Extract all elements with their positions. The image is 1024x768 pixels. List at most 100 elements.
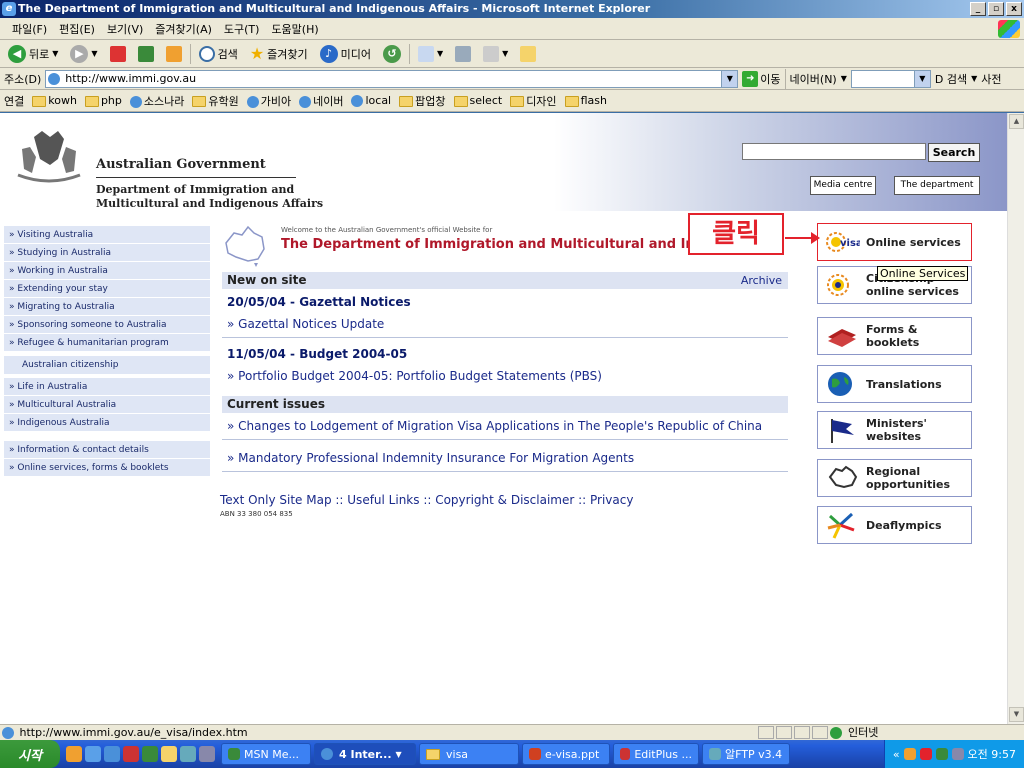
back-button[interactable]: ◀ 뒤로 ▼ <box>4 43 62 65</box>
maximize-button[interactable]: ▫ <box>988 2 1004 16</box>
nav-item-visiting[interactable]: » Visiting Australia <box>4 226 210 244</box>
favorites-button[interactable]: ★ 즐겨찾기 <box>246 43 312 65</box>
scroll-up-icon[interactable]: ▲ <box>1009 114 1024 129</box>
link-sourcenara[interactable]: 소스나라 <box>129 93 184 109</box>
tray-icon[interactable] <box>951 748 964 760</box>
link-php[interactable]: php <box>84 94 122 107</box>
site-search-input[interactable] <box>742 143 926 160</box>
address-input[interactable]: http://www.immi.gov.au ▼ <box>45 69 739 88</box>
tray-icon[interactable] <box>935 748 948 760</box>
issue-link[interactable]: » Changes to Lodgement of Migration Visa… <box>227 419 762 433</box>
media-button[interactable]: ♪ 미디어 <box>316 43 375 65</box>
issue-link[interactable]: » Mandatory Professional Indemnity Insur… <box>227 451 634 465</box>
nav-item-indigenous[interactable]: » Indigenous Australia <box>4 414 210 432</box>
the-department-button[interactable]: The department <box>894 176 980 195</box>
home-button[interactable] <box>162 43 186 65</box>
ministers-websites-button[interactable]: Ministers' websites <box>817 411 972 449</box>
media-label: 미디어 <box>340 47 372 61</box>
dictionary-button[interactable]: 사전 <box>981 71 1001 87</box>
quicklaunch-icon[interactable] <box>180 746 196 762</box>
task-editplus[interactable]: EditPlus ... <box>613 743 699 765</box>
link-flash[interactable]: flash <box>564 94 607 107</box>
nav-item-working[interactable]: » Working in Australia <box>4 262 210 280</box>
menu-file[interactable]: 파일(F) <box>6 21 53 37</box>
naver-search-input[interactable]: ▼ <box>850 69 931 88</box>
refresh-button[interactable] <box>134 43 158 65</box>
naver-label[interactable]: 네이버(N) <box>790 71 837 87</box>
menu-view[interactable]: 보기(V) <box>101 21 149 37</box>
link-local[interactable]: local <box>351 94 391 107</box>
regional-opportunities-button[interactable]: Regional opportunities <box>817 459 972 497</box>
scroll-down-icon[interactable]: ▼ <box>1009 707 1024 722</box>
go-button[interactable]: ➜ 이동 <box>742 70 781 87</box>
back-dropdown-icon[interactable]: ▼ <box>52 49 58 58</box>
site-search-button[interactable]: Search <box>928 143 980 162</box>
menu-help[interactable]: 도움말(H) <box>265 21 324 37</box>
stop-button[interactable] <box>106 43 130 65</box>
folder-icon[interactable] <box>161 746 177 762</box>
notes-button[interactable] <box>516 43 540 65</box>
task-internet-explorer[interactable]: 4 Inter... ▼ <box>314 743 416 765</box>
service-label-line2: websites <box>866 430 922 443</box>
footer-links[interactable]: Text Only Site Map :: Useful Links :: Co… <box>220 493 633 507</box>
nav-item-multicultural[interactable]: » Multicultural Australia <box>4 396 210 414</box>
nav-item-life[interactable]: » Life in Australia <box>4 378 210 396</box>
task-powerpoint[interactable]: e-visa.ppt <box>522 743 610 765</box>
history-button[interactable]: ↺ <box>379 43 405 65</box>
mail-button[interactable]: ▼ <box>414 43 447 65</box>
window-title-bar[interactable]: e The Department of Immigration and Mult… <box>0 0 1024 18</box>
tray-icon[interactable] <box>919 748 932 760</box>
media-centre-button[interactable]: Media centre <box>810 176 876 195</box>
task-alftp[interactable]: 알FTP v3.4 <box>702 743 790 765</box>
deaflympics-button[interactable]: Deaflympics <box>817 506 972 544</box>
link-popup[interactable]: 팝업창 <box>399 93 446 109</box>
tray-expand-icon[interactable]: « <box>893 748 900 761</box>
ie-icon[interactable] <box>104 746 120 762</box>
link-naver[interactable]: 네이버 <box>299 93 343 109</box>
desktop-icon[interactable] <box>199 746 215 762</box>
nav-item-refugee[interactable]: » Refugee & humanitarian program <box>4 334 210 352</box>
forward-button[interactable]: ▶ ▼ <box>66 43 101 65</box>
forms-booklets-button[interactable]: Forms & booklets <box>817 317 972 355</box>
quicklaunch-icon[interactable] <box>123 746 139 762</box>
nav-item-online-services[interactable]: » Online services, forms & booklets <box>4 459 210 477</box>
quicklaunch-icon[interactable] <box>66 746 82 762</box>
nav-item-sponsoring[interactable]: » Sponsoring someone to Australia <box>4 316 210 334</box>
naver-search-button[interactable]: D 검색 <box>935 71 967 87</box>
archive-link[interactable]: Archive <box>741 272 782 289</box>
task-visa-folder[interactable]: visa <box>419 743 519 765</box>
news-link[interactable]: » Gazettal Notices Update <box>227 317 384 331</box>
nav-item-citizenship[interactable]: Australian citizenship <box>4 356 210 374</box>
close-button[interactable]: x <box>1006 2 1022 16</box>
link-select[interactable]: select <box>453 94 502 107</box>
search-dropdown-icon[interactable]: ▼ <box>971 74 977 83</box>
link-study-agency[interactable]: 유학원 <box>192 93 239 109</box>
search-button[interactable]: 검색 <box>195 43 242 65</box>
print-button[interactable] <box>451 43 475 65</box>
minimize-button[interactable]: _ <box>970 2 986 16</box>
tray-icon[interactable] <box>903 748 916 760</box>
quicklaunch-icon[interactable] <box>142 746 158 762</box>
nav-item-information[interactable]: » Information & contact details <box>4 441 210 459</box>
menu-edit[interactable]: 편집(E) <box>53 21 101 37</box>
address-dropdown-icon[interactable]: ▼ <box>721 70 738 87</box>
news-link[interactable]: » Portfolio Budget 2004-05: Portfolio Bu… <box>227 369 602 383</box>
menu-tools[interactable]: 도구(T) <box>218 21 266 37</box>
nav-item-extending[interactable]: » Extending your stay <box>4 280 210 298</box>
online-services-button[interactable]: visa Online services <box>817 223 972 261</box>
link-gabia[interactable]: 가비아 <box>246 93 291 109</box>
nav-item-studying[interactable]: » Studying in Australia <box>4 244 210 262</box>
translations-button[interactable]: Translations <box>817 365 972 403</box>
quicklaunch-icon[interactable] <box>85 746 101 762</box>
nav-item-migrating[interactable]: » Migrating to Australia <box>4 298 210 316</box>
link-design[interactable]: 디자인 <box>510 93 557 109</box>
link-kowh[interactable]: kowh <box>32 94 77 107</box>
start-button[interactable]: 시작 <box>0 740 60 768</box>
task-msn[interactable]: MSN Me... <box>221 743 311 765</box>
menu-favorites[interactable]: 즐겨찾기(A) <box>149 21 218 37</box>
clock[interactable]: 오전 9:57 <box>968 746 1016 762</box>
naver-input-dropdown-icon[interactable]: ▼ <box>913 70 930 87</box>
naver-dropdown-icon[interactable]: ▼ <box>841 74 847 83</box>
edit-button[interactable]: ▼ <box>479 43 512 65</box>
vertical-scrollbar[interactable]: ▲ ▼ <box>1007 113 1024 724</box>
